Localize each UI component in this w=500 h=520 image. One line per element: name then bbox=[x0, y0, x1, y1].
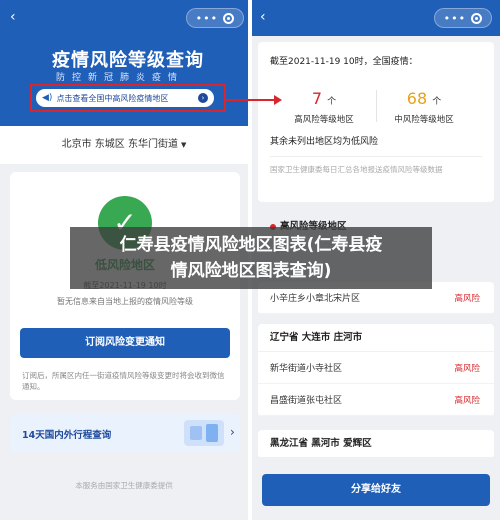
risk-level: 高风险 bbox=[454, 395, 480, 406]
mid-risk-label: 中风险等级地区 bbox=[394, 115, 454, 125]
trip-query-label: 14天国内外行程查询 bbox=[22, 430, 112, 441]
trip-illustration-icon bbox=[184, 420, 224, 446]
share-button[interactable]: 分享给好友 bbox=[262, 474, 490, 506]
national-stats-card: 截至2021-11-19 10时，全国疫情： 7 个 高风险等级地区 68 个 … bbox=[258, 42, 494, 202]
red-arrow-icon bbox=[226, 95, 282, 105]
watermark-title-banner: 仁寿县疫情风险地区图表(仁寿县疫 情风险地区图表查询) bbox=[70, 227, 432, 289]
high-risk-label: 高风险等级地区 bbox=[294, 115, 354, 125]
close-icon[interactable] bbox=[471, 12, 483, 24]
subscribe-button[interactable]: 订阅风险变更通知 bbox=[20, 328, 230, 358]
footer-text: 本服务由国家卫生健康委提供 bbox=[75, 481, 173, 490]
caret-down-icon: ▼ bbox=[180, 141, 187, 149]
highlight-box bbox=[30, 84, 226, 112]
subscribe-note: 订阅后，所属区内任一街道疫情风险等级变更时将会收到微信通知。 bbox=[22, 371, 225, 391]
page-subtitle: 防控新冠肺炎疫情 bbox=[56, 73, 185, 83]
region-header: 黑龙江省 黑河市 爱辉区 bbox=[258, 430, 494, 458]
miniprogram-capsule[interactable]: ••• bbox=[434, 8, 492, 28]
risk-level: 高风险 bbox=[454, 293, 480, 304]
high-risk-count: 7 bbox=[311, 89, 323, 108]
location-label: 北京市 东城区 东华门街道 bbox=[61, 139, 178, 150]
trip-query-card[interactable]: 14天国内外行程查询 › bbox=[10, 414, 240, 452]
chevron-right-icon: › bbox=[230, 425, 235, 439]
count-unit: 个 bbox=[432, 97, 442, 107]
source-text: 国家卫生健康委每日汇总各地报送疫情风险等级数据 bbox=[270, 165, 443, 174]
mid-risk-stat: 68 个 中风险等级地区 bbox=[374, 89, 474, 126]
miniprogram-capsule[interactable]: ••• bbox=[186, 8, 244, 28]
close-icon[interactable] bbox=[223, 12, 235, 24]
no-info-text: 暂无信息来自当地上报的疫情风险等级 bbox=[57, 297, 193, 306]
list-item[interactable]: 新华街道小寺社区 高风险 bbox=[258, 352, 494, 384]
area-name: 小辛庄乡小章北宋片区 bbox=[270, 294, 361, 304]
region-header: 辽宁省 大连市 庄河市 bbox=[258, 324, 494, 352]
more-icon[interactable]: ••• bbox=[196, 12, 218, 25]
area-name: 新华街道小寺社区 bbox=[270, 364, 343, 374]
page-title: 疫情风险等级查询 bbox=[52, 50, 204, 71]
area-name: 昌盛街道张屯社区 bbox=[270, 396, 343, 406]
back-icon[interactable]: ‹ bbox=[10, 9, 16, 25]
banner-line-2: 情风险地区图表查询) bbox=[170, 261, 332, 281]
more-icon[interactable]: ••• bbox=[444, 12, 466, 25]
risk-level: 高风险 bbox=[454, 363, 480, 374]
separator bbox=[270, 156, 482, 157]
region-block-3: 黑龙江省 黑河市 爱辉区 bbox=[258, 430, 494, 458]
location-selector[interactable]: 北京市 东城区 东华门街道 ▼ bbox=[0, 126, 248, 164]
as-of-text: 截至2021-11-19 10时，全国疫情： bbox=[270, 57, 418, 67]
count-unit: 个 bbox=[327, 97, 337, 107]
others-low-text: 其余未列出地区均为低风险 bbox=[270, 137, 379, 147]
list-item[interactable]: 昌盛街道张屯社区 高风险 bbox=[258, 384, 494, 416]
header-banner: ‹ ••• 疫情风险等级查询 防控新冠肺炎疫情 ◀) 点击查看全国中高风险疫情地… bbox=[0, 0, 248, 126]
mid-risk-count: 68 bbox=[406, 89, 428, 108]
high-risk-stat: 7 个 高风险等级地区 bbox=[274, 89, 374, 126]
region-block-2: 辽宁省 大连市 庄河市 新华街道小寺社区 高风险 昌盛街道张屯社区 高风险 bbox=[258, 324, 494, 416]
back-icon[interactable]: ‹ bbox=[260, 9, 266, 25]
banner-line-1: 仁寿县疫情风险地区图表(仁寿县疫 bbox=[119, 235, 383, 255]
